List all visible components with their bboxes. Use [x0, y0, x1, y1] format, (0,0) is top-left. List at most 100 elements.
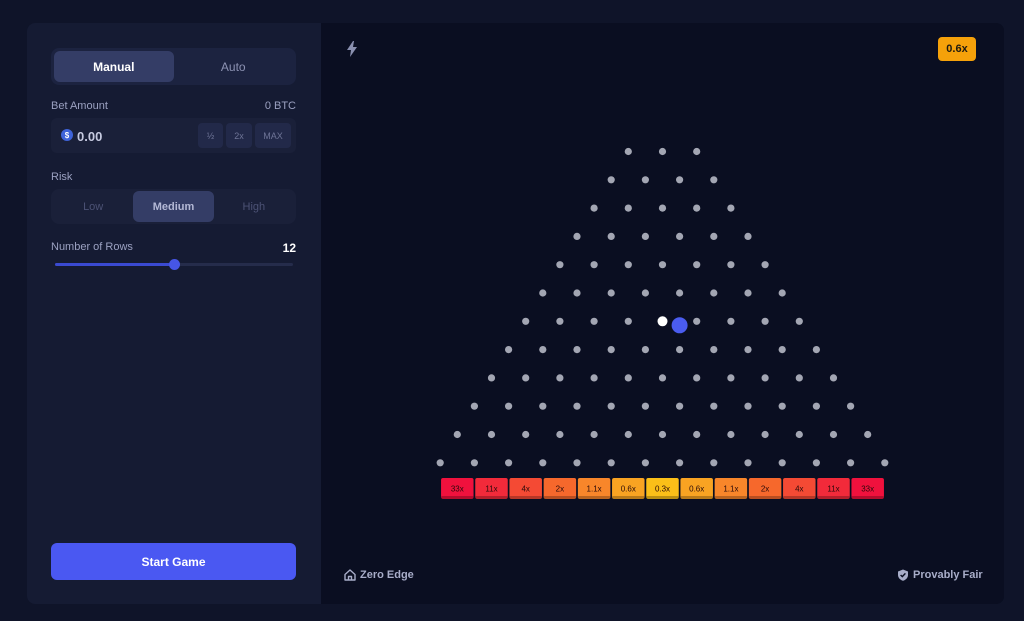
ball	[671, 317, 688, 334]
peg	[505, 402, 513, 410]
bucket-shadow	[714, 496, 748, 499]
peg	[847, 459, 855, 467]
peg	[522, 430, 530, 439]
peg	[624, 147, 632, 156]
peg	[522, 374, 530, 382]
peg	[761, 261, 769, 269]
max-bet-button[interactable]: MAX	[255, 123, 291, 148]
peg	[710, 176, 718, 184]
peg	[710, 346, 718, 354]
bet-amount-input[interactable]	[77, 127, 177, 145]
half-bet-button[interactable]: ½	[198, 123, 223, 148]
peg-board: 33x 11x 4x 2x 1.1x 0.6x 0.3x 0.6x 1.1x 2x 4x 11x 33x	[436, 147, 889, 499]
peg	[658, 430, 667, 439]
bucket-label: 33x	[451, 485, 464, 494]
bet-amount-field: $ ½ 2x MAX	[51, 118, 296, 153]
game-frame: Manual Auto Bet Amount 0 BTC $ ½ 2x MAX …	[27, 23, 1004, 604]
mode-tabs: Manual Auto	[51, 48, 296, 85]
peg	[607, 459, 615, 467]
peg	[573, 289, 581, 297]
peg	[573, 459, 581, 467]
peg	[744, 289, 752, 297]
peg	[641, 402, 649, 410]
bet-balance: 0 BTC	[264, 100, 296, 112]
peg	[812, 402, 820, 410]
peg	[539, 459, 547, 467]
peg	[556, 430, 564, 439]
bucket-label: 4x	[521, 485, 529, 494]
bucket-label: 2x	[556, 485, 564, 494]
peg	[573, 402, 581, 410]
risk-medium[interactable]: Medium	[133, 191, 214, 222]
tab-manual[interactable]: Manual	[54, 51, 174, 82]
peg	[744, 402, 752, 410]
bucket-label: 0.6x	[689, 485, 704, 494]
peg	[522, 317, 530, 325]
peg	[658, 261, 667, 269]
peg	[607, 346, 615, 354]
rows-label: Number of Rows	[51, 241, 133, 253]
peg	[693, 374, 701, 382]
peg	[470, 402, 478, 410]
provably-fair-label: Provably Fair	[913, 569, 983, 581]
rows-slider[interactable]	[55, 259, 293, 270]
bet-amount-label: Bet Amount	[51, 100, 108, 112]
bucket-shadow	[543, 496, 577, 499]
peg	[727, 204, 735, 212]
ghost-ball	[657, 316, 668, 327]
peg	[641, 232, 649, 240]
bucket-shadow	[783, 496, 816, 499]
zero-edge-link[interactable]: Zero Edge	[344, 569, 414, 581]
peg	[795, 317, 803, 325]
provably-fair-link[interactable]: Provably Fair	[897, 569, 983, 581]
peg	[658, 374, 667, 382]
peg	[676, 232, 684, 240]
peg	[778, 402, 786, 410]
peg	[727, 374, 735, 382]
peg	[744, 459, 752, 467]
peg	[487, 374, 496, 382]
peg	[607, 402, 615, 410]
peg	[761, 317, 769, 325]
rows-slider-thumb[interactable]	[169, 259, 180, 270]
bucket-shadow	[851, 496, 884, 499]
bucket-shadow	[577, 496, 611, 499]
bucket-shadow	[748, 496, 782, 499]
peg	[693, 204, 701, 212]
tab-auto[interactable]: Auto	[174, 51, 294, 82]
risk-low[interactable]: Low	[53, 191, 133, 222]
peg	[539, 346, 547, 354]
peg	[624, 317, 632, 325]
risk-high[interactable]: High	[214, 191, 294, 222]
shield-check-icon	[898, 569, 908, 581]
peg	[761, 430, 769, 439]
peg	[539, 289, 547, 297]
bucket-label: 33x	[861, 485, 874, 494]
control-panel: Manual Auto Bet Amount 0 BTC $ ½ 2x MAX …	[27, 23, 321, 604]
bucket-shadow	[680, 496, 713, 499]
risk-selector: Low Medium High	[51, 189, 296, 224]
peg	[829, 430, 838, 439]
peg	[607, 232, 615, 240]
peg	[641, 346, 649, 354]
peg	[505, 459, 513, 467]
peg	[710, 459, 718, 467]
peg	[778, 346, 786, 354]
peg	[658, 204, 667, 212]
coin-icon: $	[61, 129, 73, 141]
home-icon	[344, 569, 356, 581]
peg	[556, 261, 564, 269]
zero-edge-label: Zero Edge	[360, 569, 414, 581]
peg	[624, 204, 632, 212]
bucket-label: 0.3x	[655, 485, 670, 494]
peg	[676, 176, 684, 184]
peg	[881, 459, 889, 467]
peg	[778, 459, 786, 467]
peg	[676, 289, 684, 297]
peg	[539, 402, 547, 410]
peg	[573, 346, 581, 354]
double-bet-button[interactable]: 2x	[226, 123, 252, 148]
risk-label: Risk	[51, 171, 73, 183]
start-game-button[interactable]: Start Game	[51, 543, 296, 580]
peg	[453, 430, 461, 439]
